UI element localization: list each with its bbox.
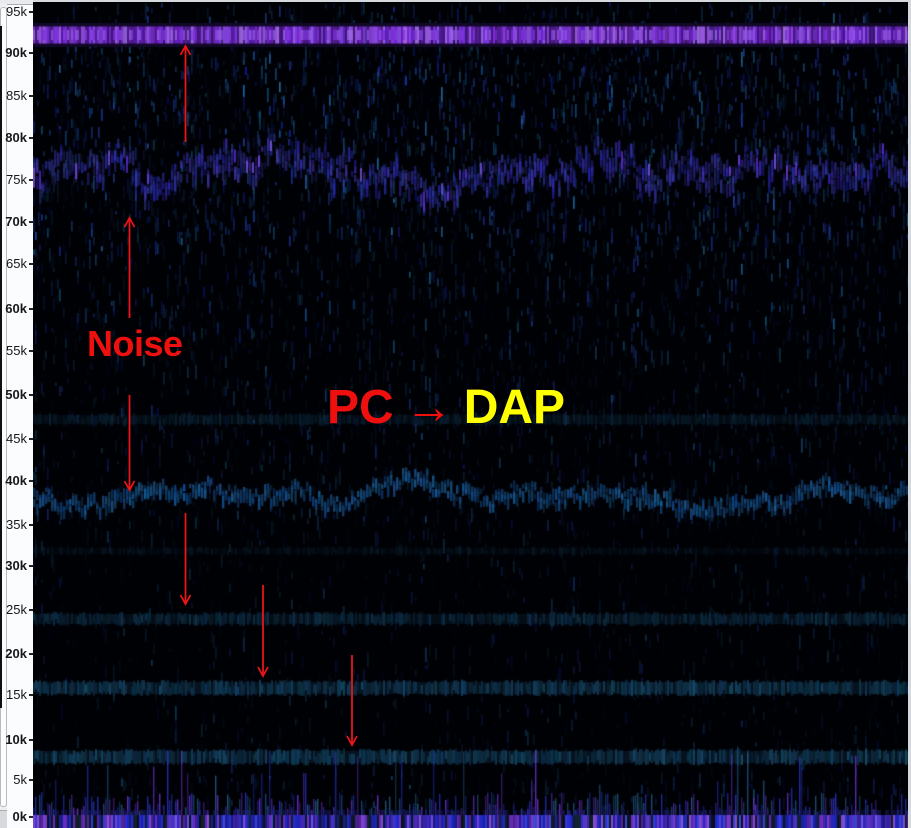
freq-axis-tick — [29, 694, 33, 696]
freq-axis-tick — [29, 524, 33, 526]
freq-tick-label: 85k — [0, 89, 27, 103]
freq-tick-label: 0k — [0, 810, 27, 824]
freq-tick-label: 70k — [0, 215, 27, 229]
freq-axis-tick — [29, 438, 33, 440]
freq-axis-tick — [29, 565, 33, 567]
freq-tick-label: 65k — [0, 257, 27, 271]
freq-tick-label: 25k — [0, 603, 27, 617]
freq-axis-tick — [29, 394, 33, 396]
freq-axis-tick — [29, 52, 33, 54]
signal-path-annotation: PC→DAP — [327, 384, 565, 432]
freq-tick-label: 15k — [0, 688, 27, 702]
freq-tick-label: 50k — [0, 388, 27, 402]
freq-axis-tick — [29, 653, 33, 655]
freq-axis-tick — [29, 137, 33, 139]
freq-axis-tick — [29, 179, 33, 181]
arrow-right-glyph: → — [405, 381, 453, 434]
freq-tick-label: 90k — [0, 46, 27, 60]
freq-axis-tick — [29, 480, 33, 482]
freq-tick-label: 95k — [0, 5, 27, 19]
noise-annotation-label: Noise — [87, 326, 183, 362]
freq-tick-label: 55k — [0, 344, 27, 358]
window-top-edge — [33, 0, 911, 2]
freq-tick-label: 40k — [0, 474, 27, 488]
freq-tick-label: 45k — [0, 432, 27, 446]
frequency-axis-ruler: 95k 90k 85k 80k 75k 70k 65k 60k 55k 50k 45k 40k 35k 3… — [0, 0, 33, 828]
freq-axis-tick — [29, 779, 33, 781]
freq-axis-tick — [29, 95, 33, 97]
freq-tick-label: 30k — [0, 559, 27, 573]
freq-tick-label: 60k — [0, 302, 27, 316]
freq-tick-label: 10k — [0, 733, 27, 747]
freq-tick-label: 35k — [0, 518, 27, 532]
freq-axis-tick — [29, 350, 33, 352]
freq-tick-label: 80k — [0, 131, 27, 145]
freq-axis-tick — [29, 308, 33, 310]
freq-tick-label: 5k — [0, 773, 27, 787]
freq-axis-tick — [29, 11, 33, 13]
freq-axis-tick — [29, 263, 33, 265]
freq-tick-label: 75k — [0, 173, 27, 187]
freq-axis-tick — [29, 739, 33, 741]
dap-label: DAP — [464, 381, 565, 434]
freq-tick-label: 20k — [0, 647, 27, 661]
spectrogram-window: 95k 90k 85k 80k 75k 70k 65k 60k 55k 50k 45k 40k 35k 3… — [0, 0, 911, 828]
freq-axis-tick — [29, 609, 33, 611]
freq-axis-tick — [29, 221, 33, 223]
freq-axis-tick — [29, 816, 33, 818]
pc-label: PC — [327, 381, 394, 434]
